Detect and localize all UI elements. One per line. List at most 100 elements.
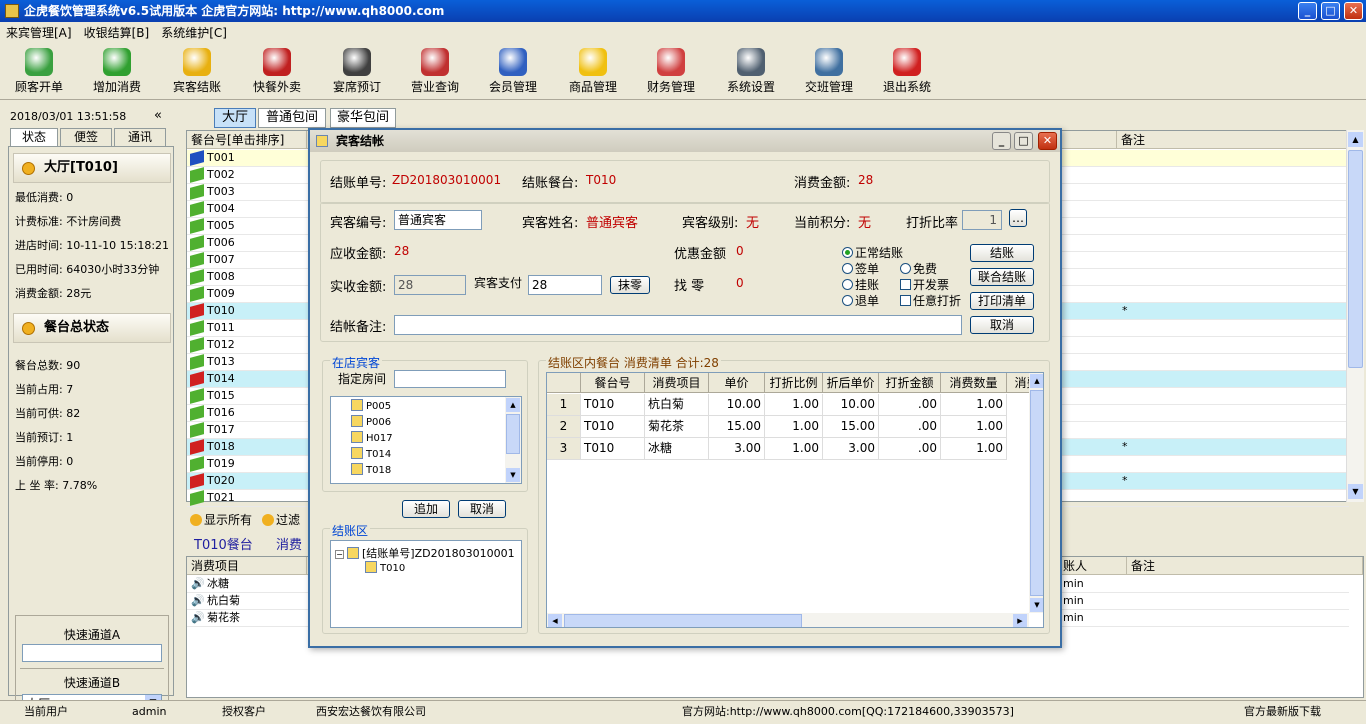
add-button[interactable]: 追加 bbox=[402, 500, 450, 518]
print-list-button[interactable]: 打印清单 bbox=[970, 292, 1034, 310]
scroll-thumb[interactable] bbox=[1348, 150, 1363, 368]
remove-button[interactable]: 取消 bbox=[458, 500, 506, 518]
checkout-button[interactable]: 结账 bbox=[970, 244, 1034, 262]
col-note[interactable]: 备注 bbox=[1127, 557, 1363, 575]
list-hscroll[interactable]: ◀ ▶ bbox=[547, 613, 1029, 627]
list-vscroll[interactable]: ▲ ▼ bbox=[1029, 373, 1043, 613]
list-col-header[interactable]: 打折金额 bbox=[879, 373, 941, 393]
radio-credit[interactable]: 挂账 bbox=[842, 276, 879, 293]
room-tree-node[interactable]: T014 bbox=[351, 447, 391, 460]
list-col-header[interactable]: 打折比例 bbox=[765, 373, 823, 393]
scroll-thumb[interactable] bbox=[564, 614, 802, 627]
tab-notes[interactable]: 便签 bbox=[60, 128, 112, 146]
remark-input[interactable] bbox=[394, 315, 962, 335]
radio-free[interactable]: 免费 bbox=[900, 260, 937, 277]
room-input[interactable] bbox=[394, 370, 506, 388]
joint-checkout-button[interactable]: 联合结账 bbox=[970, 268, 1034, 286]
list-cell-qty[interactable]: 1.00 bbox=[941, 416, 1007, 438]
list-cell-qty[interactable]: 1.00 bbox=[941, 394, 1007, 416]
toolbar-button-5[interactable]: 营业查询 bbox=[400, 48, 470, 98]
list-cell-item[interactable]: 杭白菊 bbox=[645, 394, 709, 416]
list-cell-disc[interactable]: .00 bbox=[879, 394, 941, 416]
collapse-icon[interactable]: − bbox=[335, 550, 344, 559]
radio-sign[interactable]: 签单 bbox=[842, 260, 879, 277]
list-cell-table[interactable]: T010 bbox=[581, 394, 645, 416]
list-cell-after[interactable]: 10.00 bbox=[823, 394, 879, 416]
toolbar-button-7[interactable]: 商品管理 bbox=[558, 48, 628, 98]
list-cell-item[interactable]: 冰糖 bbox=[645, 438, 709, 460]
tab-luxury-room[interactable]: 豪华包间 bbox=[330, 108, 396, 128]
list-cell-qty[interactable]: 1.00 bbox=[941, 438, 1007, 460]
dialog-minimize-button[interactable]: _ bbox=[992, 132, 1011, 150]
scroll-right-icon[interactable]: ▶ bbox=[1013, 614, 1027, 627]
list-cell-disc[interactable]: .00 bbox=[879, 416, 941, 438]
list-cell-disc[interactable]: .00 bbox=[879, 438, 941, 460]
list-cell-after[interactable]: 15.00 bbox=[823, 416, 879, 438]
download-link[interactable]: 官方最新版下载 bbox=[1244, 701, 1321, 723]
list-cell-price[interactable]: 15.00 bbox=[709, 416, 765, 438]
list-cell-no[interactable]: 3 bbox=[547, 438, 581, 460]
toolbar-button-0[interactable]: 顾客开单 bbox=[4, 48, 74, 98]
filter-button[interactable]: 过滤 bbox=[262, 511, 300, 528]
col-account[interactable]: 账人 bbox=[1059, 557, 1127, 575]
list-cell-rate[interactable]: 1.00 bbox=[765, 416, 823, 438]
room-tree-node[interactable]: T018 bbox=[351, 463, 391, 476]
dialog-maximize-button[interactable]: □ bbox=[1014, 132, 1033, 150]
toolbar-button-1[interactable]: 增加消费 bbox=[82, 48, 152, 98]
toolbar-button-4[interactable]: 宴席预订 bbox=[322, 48, 392, 98]
checkout-root-node[interactable]: − [结账单号]ZD201803010001 bbox=[335, 545, 515, 561]
list-col-header[interactable]: 消费数量 bbox=[941, 373, 1007, 393]
minimize-button[interactable]: _ bbox=[1298, 2, 1317, 20]
room-tree-node[interactable]: H017 bbox=[351, 431, 393, 444]
list-cell-after[interactable]: 3.00 bbox=[823, 438, 879, 460]
list-col-header[interactable]: 餐台号 bbox=[581, 373, 645, 393]
col-item[interactable]: 消费项目 bbox=[187, 557, 307, 575]
room-tree-node[interactable]: P006 bbox=[351, 415, 391, 428]
list-cell-price[interactable]: 3.00 bbox=[709, 438, 765, 460]
toolbar-button-3[interactable]: 快餐外卖 bbox=[242, 48, 312, 98]
list-col-header[interactable]: 消费项目 bbox=[645, 373, 709, 393]
pay-input[interactable]: 28 bbox=[528, 275, 602, 295]
menu-system[interactable]: 系统维护[C] bbox=[161, 26, 227, 40]
toolbar-button-8[interactable]: 财务管理 bbox=[636, 48, 706, 98]
list-cell-rate[interactable]: 1.00 bbox=[765, 438, 823, 460]
scroll-up-icon[interactable]: ▲ bbox=[1030, 374, 1043, 388]
maximize-button[interactable]: □ bbox=[1321, 2, 1340, 20]
tab-comm[interactable]: 通讯 bbox=[114, 128, 166, 146]
tree-scrollbar[interactable]: ▲ ▼ bbox=[505, 397, 521, 483]
radio-refund[interactable]: 退单 bbox=[842, 292, 879, 309]
menu-cashier[interactable]: 收银结算[B] bbox=[84, 26, 150, 40]
check-any-discount[interactable]: 任意打折 bbox=[900, 292, 961, 309]
scroll-left-icon[interactable]: ◀ bbox=[548, 614, 562, 627]
checkout-child-node[interactable]: T010 bbox=[365, 561, 405, 574]
radio-normal[interactable]: 正常结账 bbox=[842, 244, 903, 261]
toolbar-button-10[interactable]: 交班管理 bbox=[794, 48, 864, 98]
close-button[interactable]: ✕ bbox=[1344, 2, 1363, 20]
list-cell-table[interactable]: T010 bbox=[581, 438, 645, 460]
check-invoice[interactable]: 开发票 bbox=[900, 276, 949, 293]
list-cell-item[interactable]: 菊花茶 bbox=[645, 416, 709, 438]
round-button[interactable]: 抹零 bbox=[610, 276, 650, 294]
discount-more-button[interactable]: … bbox=[1009, 209, 1027, 227]
scroll-down-icon[interactable]: ▼ bbox=[506, 468, 520, 482]
tab-hall[interactable]: 大厅 bbox=[214, 108, 256, 128]
toolbar-button-6[interactable]: 会员管理 bbox=[478, 48, 548, 98]
guest-no-input[interactable]: 普通宾客 bbox=[394, 210, 482, 230]
menu-guest[interactable]: 来宾管理[A] bbox=[6, 26, 72, 40]
list-cell-no[interactable]: 2 bbox=[547, 416, 581, 438]
list-cell-no[interactable]: 1 bbox=[547, 394, 581, 416]
cancel-button[interactable]: 取消 bbox=[970, 316, 1034, 334]
list-cell-rate[interactable]: 1.00 bbox=[765, 394, 823, 416]
scroll-down-icon[interactable]: ▼ bbox=[1348, 484, 1363, 499]
scroll-thumb[interactable] bbox=[1030, 390, 1043, 596]
discount-input[interactable]: 1 bbox=[962, 210, 1002, 230]
toolbar-button-11[interactable]: 退出系统 bbox=[872, 48, 942, 98]
collapse-button[interactable]: « bbox=[154, 108, 162, 123]
dialog-close-button[interactable]: ✕ bbox=[1038, 132, 1057, 150]
list-cell-table[interactable]: T010 bbox=[581, 416, 645, 438]
scroll-up-icon[interactable]: ▲ bbox=[506, 398, 520, 412]
list-col-header[interactable]: 折后单价 bbox=[823, 373, 879, 393]
col-table-no[interactable]: 餐台号[单击排序] bbox=[187, 131, 307, 149]
scroll-down-icon[interactable]: ▼ bbox=[1030, 598, 1043, 612]
quick-a-input[interactable] bbox=[22, 644, 162, 662]
